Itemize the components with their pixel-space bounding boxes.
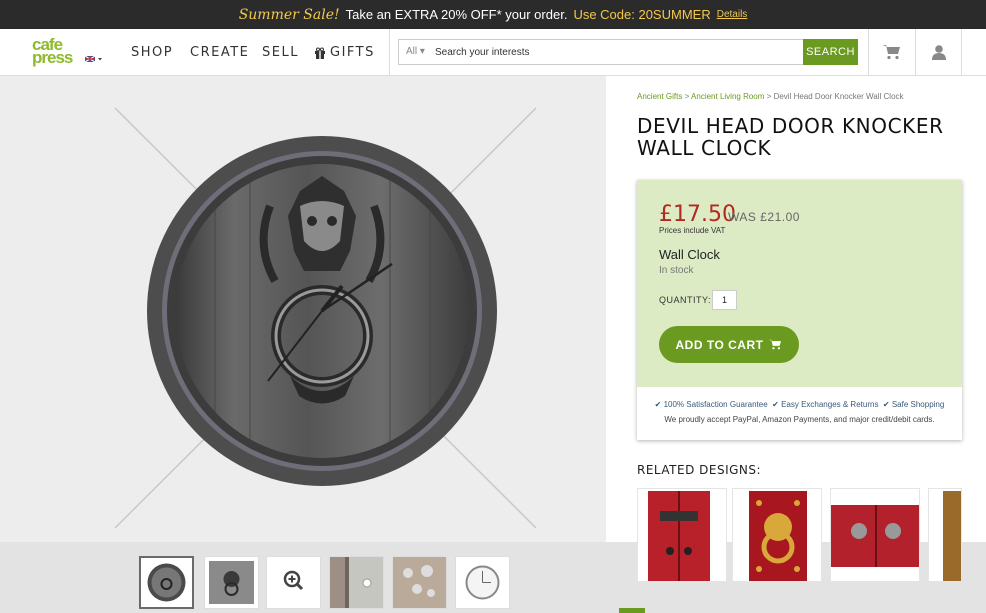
search-scope-label: All [406, 46, 418, 57]
cart-button[interactable] [869, 29, 915, 75]
check-icon: ✔ [882, 400, 890, 409]
breadcrumb-separator: > [766, 92, 772, 101]
promo-code: Use Code: 20SUMMER [573, 7, 711, 22]
zoom-thumbnail[interactable] [266, 556, 321, 609]
buy-box-main: £17.50 WAS £21.00 Prices include VAT Wal… [637, 180, 962, 387]
zoom-icon [283, 570, 304, 591]
stock-status: In stock [659, 265, 694, 276]
related-design-1[interactable] [637, 488, 727, 582]
search-input[interactable] [435, 44, 795, 60]
related-design-4[interactable] [928, 488, 962, 582]
promo-bar: Summer Sale! Take an EXTRA 20% OFF* your… [0, 0, 986, 29]
breadcrumb: Ancient Gifts > Ancient Living Room > De… [637, 92, 904, 101]
quantity-input[interactable]: 1 [712, 290, 737, 310]
product-image-gallery [0, 76, 606, 542]
thumbnail-2[interactable] [204, 556, 259, 609]
search-button[interactable]: SEARCH [803, 39, 858, 65]
related-designs-heading: RELATED DESIGNS: [637, 463, 762, 477]
cart-icon [883, 45, 900, 60]
thumbnail-4[interactable] [392, 556, 447, 609]
payment-note: We proudly accept PayPal, Amazon Payment… [664, 415, 935, 424]
product-type[interactable]: Wall Clock [659, 247, 720, 262]
nav-create[interactable]: CREATE [190, 45, 249, 60]
breadcrumb-ancient-living-room[interactable]: Ancient Living Room [691, 92, 764, 101]
thumbnail-3[interactable] [329, 556, 384, 609]
gift-icon [315, 47, 325, 59]
cart-icon [769, 339, 782, 350]
thumbnail-5[interactable] [455, 556, 510, 609]
original-price: WAS £21.00 [728, 210, 800, 224]
logo-press: press [32, 48, 73, 67]
check-icon: ✔ [654, 400, 662, 409]
promo-sale: Summer Sale! [238, 6, 340, 23]
top-nav: cafe press SHOP CREATE SELL GIFTS All ▾ … [0, 29, 986, 76]
promo-message: Take an EXTRA 20% OFF* your order. [345, 7, 568, 22]
nav-shop[interactable]: SHOP [131, 45, 173, 60]
thumbnail-scroll-indicator[interactable] [619, 608, 645, 613]
breadcrumb-ancient-gifts[interactable]: Ancient Gifts [637, 92, 682, 101]
related-design-3[interactable] [830, 488, 920, 582]
quantity-label: QUANTITY: [659, 295, 712, 305]
guarantee-exchanges[interactable]: Easy Exchanges & Returns [781, 400, 878, 409]
breadcrumb-separator: > [684, 92, 690, 101]
guarantees: ✔ 100% Satisfaction Guarantee ✔ Easy Exc… [637, 400, 962, 409]
add-to-cart-button[interactable]: ADD TO CART [659, 326, 799, 363]
buy-box: £17.50 WAS £21.00 Prices include VAT Wal… [637, 180, 962, 440]
nav-gifts-label: GIFTS [330, 45, 375, 60]
promo-details-link[interactable]: Details [717, 9, 748, 20]
guarantee-safe-shopping[interactable]: Safe Shopping [892, 400, 945, 409]
search-scope-select[interactable]: All ▾ [406, 46, 425, 57]
account-button[interactable] [916, 29, 962, 75]
user-icon [932, 45, 946, 60]
thumbnail-1[interactable] [139, 556, 194, 609]
uk-flag-icon[interactable] [84, 55, 103, 65]
guarantee-satisfaction[interactable]: 100% Satisfaction Guarantee [664, 400, 768, 409]
product-image[interactable] [0, 76, 606, 542]
related-design-2[interactable] [732, 488, 822, 582]
product-price: £17.50 [659, 202, 736, 227]
nav-sell[interactable]: SELL [262, 45, 299, 60]
cafepress-logo[interactable]: cafe press [32, 36, 80, 67]
breadcrumb-current: Devil Head Door Knocker Wall Clock [773, 92, 904, 101]
nav-divider [961, 29, 962, 75]
search-bar: All ▾ SEARCH [398, 39, 858, 65]
nav-divider [389, 29, 390, 75]
nav-gifts[interactable]: GIFTS [314, 45, 375, 60]
add-to-cart-label: ADD TO CART [675, 337, 764, 352]
check-icon: ✔ [772, 400, 779, 409]
vat-note: Prices include VAT [659, 226, 726, 235]
product-title: DEVIL HEAD DOOR KNOCKER WALL CLOCK [637, 114, 944, 160]
